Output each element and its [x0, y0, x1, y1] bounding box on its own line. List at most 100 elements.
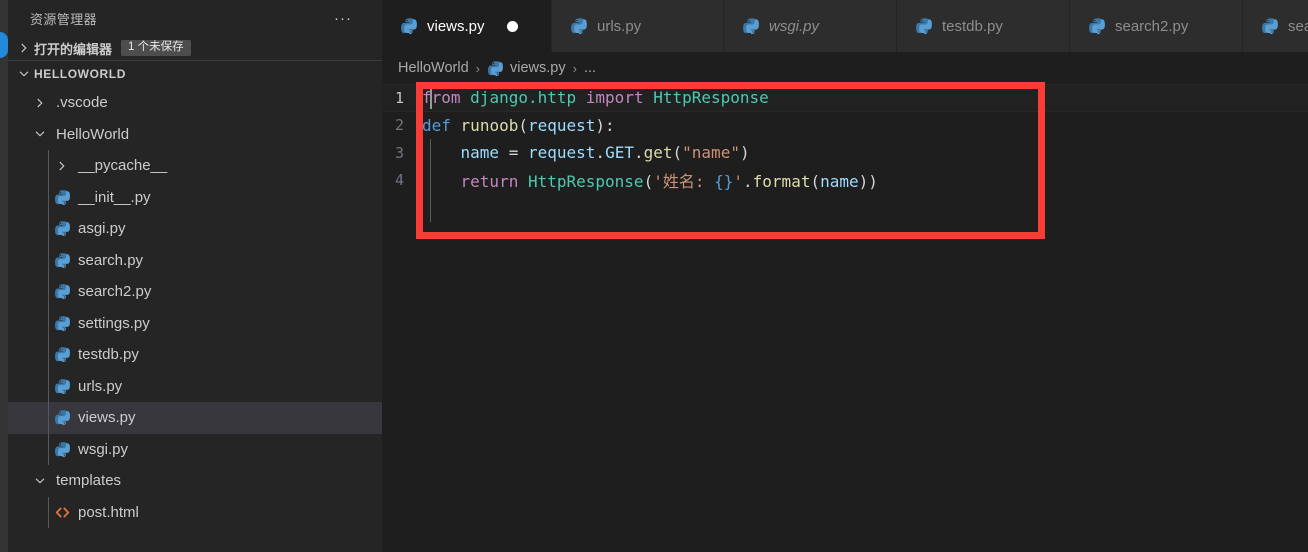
code-token: return [460, 172, 519, 192]
tree-item-testdb-py[interactable]: testdb.py [8, 339, 382, 371]
open-editors-label: 打开的编辑器 [34, 41, 113, 57]
tree-item-label: search.py [78, 251, 144, 269]
python-file-icon [742, 17, 760, 35]
tree-item-views-py[interactable]: views.py [8, 402, 382, 434]
tree-item-label: post.html [78, 503, 139, 521]
indent-guide [48, 181, 49, 213]
tree-item-pycache[interactable]: __pycache__ [8, 150, 382, 182]
indent-guide [48, 150, 49, 182]
code-line[interactable]: 1 from django.http import HttpResponse [382, 84, 1308, 112]
tab-testdb-py[interactable]: testdb.py [897, 0, 1070, 52]
code-token: HttpResponse [653, 88, 769, 108]
code-token: = [508, 143, 519, 163]
python-file-icon [52, 345, 72, 365]
editor-group: views.py urls.py wsgi.py testdb.py searc… [382, 0, 1308, 552]
breadcrumb-item-views-py[interactable]: views.py [487, 60, 566, 77]
tree-item-label: settings.py [78, 314, 150, 332]
tree-item-helloworld[interactable]: HelloWorld [8, 119, 382, 151]
breadcrumb: HelloWorld › views.py ›... [382, 52, 1308, 84]
code-line[interactable]: 2 def runoob(request): [382, 112, 1308, 140]
tree-item-label: asgi.py [78, 220, 126, 238]
indent-guide [48, 339, 49, 371]
code-token: name [460, 143, 500, 163]
indent-guide [48, 276, 49, 308]
python-file-icon [570, 17, 588, 35]
breadcrumb-label: HelloWorld [398, 60, 469, 76]
code-token: def [422, 115, 451, 135]
code-text: return HttpResponse('姓名: {}'.format(name… [422, 168, 1308, 192]
tab-views-py[interactable]: views.py [382, 0, 552, 52]
python-file-icon [52, 250, 72, 270]
tab-search2-py[interactable]: search2.py [1070, 0, 1243, 52]
chevron-right-icon[interactable] [52, 156, 72, 176]
page-title: 资源管理器 [30, 11, 98, 27]
html-file-icon [52, 502, 72, 522]
python-file-icon [487, 60, 504, 77]
vscode-window: 资源管理器 ··· 打开的编辑器 1 个未保存 HELLOWORLD .vsco… [0, 0, 1308, 552]
code-token: {} [714, 172, 734, 192]
tree-item-wsgi-py[interactable]: wsgi.py [8, 433, 382, 465]
code-line[interactable]: 3 name = request.GET.get("name") [382, 139, 1308, 167]
tree-item-urls-py[interactable]: urls.py [8, 370, 382, 402]
tab-search-py[interactable]: search.py [1243, 0, 1308, 52]
breadcrumb-item-[interactable]: ... [584, 60, 596, 76]
tree-item-search-py[interactable]: search.py [8, 244, 382, 276]
chevron-down-icon [16, 66, 32, 82]
python-file-icon [52, 376, 72, 396]
python-file-icon [52, 408, 72, 428]
code-token: . [595, 143, 606, 163]
editor-tab-bar: views.py urls.py wsgi.py testdb.py searc… [382, 0, 1308, 52]
code-token: . [743, 172, 753, 192]
python-file-icon [1261, 17, 1279, 35]
tab-urls-py[interactable]: urls.py [552, 0, 724, 52]
code-token: ( [518, 115, 528, 135]
open-editors-section[interactable]: 打开的编辑器 1 个未保存 [8, 36, 382, 60]
python-file-icon [1088, 17, 1106, 35]
code-token: "name" [682, 143, 740, 163]
code-token: HttpResponse [527, 172, 644, 192]
indent-guide [48, 433, 49, 465]
unsaved-dot-icon[interactable] [506, 20, 518, 32]
code-token: import [585, 88, 644, 108]
tree-item-post-html[interactable]: post.html [8, 496, 382, 528]
tab-wsgi-py[interactable]: wsgi.py [724, 0, 897, 52]
chevron-down-icon[interactable] [30, 471, 50, 491]
tree-item-asgi-py[interactable]: asgi.py [8, 213, 382, 245]
indentation-guide [430, 139, 431, 222]
python-file-icon [52, 313, 72, 333]
breadcrumb-item-helloworld[interactable]: HelloWorld [398, 60, 469, 76]
code-token: request [527, 143, 596, 163]
code-token: '姓名: [653, 172, 715, 192]
tree-item-vscode[interactable]: .vscode [8, 87, 382, 119]
explorer-active-indicator [0, 32, 8, 58]
breadcrumb-separator-icon: › [475, 60, 480, 76]
tree-item-init-py[interactable]: __init__.py [8, 181, 382, 213]
workspace-root-row[interactable]: HELLOWORLD [8, 61, 382, 87]
workspace-root-label: HELLOWORLD [34, 67, 126, 81]
python-file-icon [400, 17, 418, 35]
chevron-down-icon[interactable] [30, 124, 50, 144]
more-actions-icon[interactable]: ··· [332, 7, 354, 29]
code-lines: 1 from django.http import HttpResponse 2 de… [382, 84, 1308, 194]
tree-item-templates[interactable]: templates [8, 465, 382, 497]
tab-label: search.py [1288, 17, 1308, 35]
code-editor[interactable]: 1 from django.http import HttpResponse 2 de… [382, 84, 1308, 552]
python-file-icon [52, 219, 72, 239]
code-token: GET [605, 143, 634, 163]
indent-guide [48, 496, 49, 528]
tree-item-settings-py[interactable]: settings.py [8, 307, 382, 339]
chevron-right-icon[interactable] [30, 93, 50, 113]
tree-item-label: __init__.py [78, 188, 151, 206]
tree-item-label: views.py [78, 409, 136, 427]
tree-item-label: wsgi.py [78, 440, 129, 458]
tree-item-label: HelloWorld [56, 125, 130, 143]
tab-label: search2.py [1115, 17, 1189, 35]
breadcrumb-separator-icon: › [572, 60, 577, 76]
code-line[interactable]: 4 return HttpResponse('姓名: {}'.format(na… [382, 167, 1308, 195]
tree-item-search2-py[interactable]: search2.py [8, 276, 382, 308]
